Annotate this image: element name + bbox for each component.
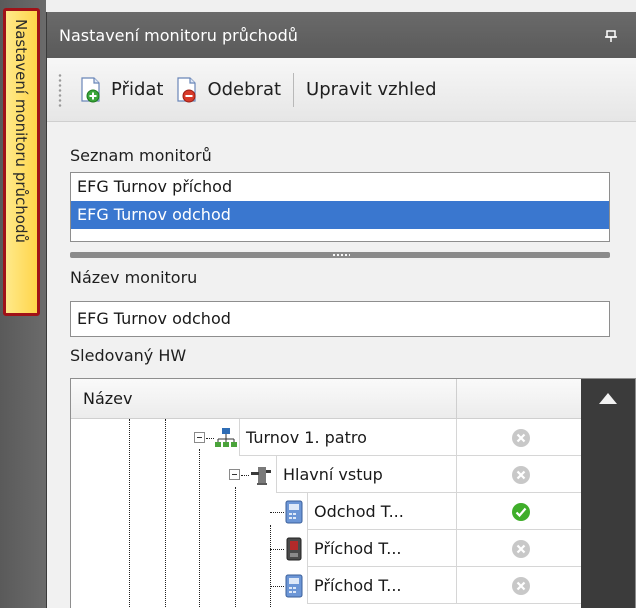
- reader-icon: [285, 574, 303, 598]
- splitter-grip: [332, 253, 350, 257]
- remove-button-label: Odebrat: [207, 79, 282, 100]
- tree-connector: [270, 549, 284, 550]
- monitor-name-label: Název monitoru: [70, 268, 198, 287]
- edit-look-button[interactable]: Upravit vzhled: [300, 70, 442, 110]
- inactive-status-icon[interactable]: [511, 576, 531, 596]
- monitor-list[interactable]: EFG Turnov příchod EFG Turnov odchod: [70, 172, 610, 242]
- tree-row[interactable]: Příchod T...: [71, 567, 581, 604]
- scroll-up-arrow-icon[interactable]: [599, 393, 617, 404]
- list-splitter[interactable]: [70, 252, 610, 258]
- collapse-toggle[interactable]: [229, 469, 240, 480]
- pin-icon[interactable]: [602, 26, 620, 44]
- toolbar-grip[interactable]: [57, 72, 63, 107]
- list-item-selected[interactable]: EFG Turnov odchod: [71, 201, 609, 229]
- tree-node-name: Turnov 1. patro: [239, 419, 456, 456]
- toolbar: Přidat Odebrat Upravit vzhled: [47, 58, 636, 122]
- list-item[interactable]: EFG Turnov příchod: [71, 173, 609, 201]
- tree-node-name: Hlavní vstup: [276, 456, 456, 493]
- tree-node-label: Odchod T...: [314, 501, 404, 521]
- tree-header: Název: [71, 379, 581, 419]
- panel-title-bar: Nastavení monitoru průchodů: [47, 12, 636, 58]
- tree-connector: [270, 586, 284, 587]
- reader-icon: [285, 500, 303, 524]
- tree-row[interactable]: Turnov 1. patro: [71, 419, 581, 456]
- side-tab-label: Nastavení monitoru průchodů: [12, 19, 30, 243]
- collapsed-side-tab[interactable]: Nastavení monitoru průchodů: [3, 8, 40, 316]
- column-header-name[interactable]: Název: [83, 389, 132, 408]
- add-button[interactable]: Přidat: [73, 70, 169, 110]
- monitor-name-field[interactable]: EFG Turnov odchod: [70, 301, 610, 337]
- status-cell: [456, 456, 581, 493]
- column-header-separator[interactable]: [456, 379, 457, 419]
- tree-node-name: Odchod T...: [307, 493, 456, 530]
- monitor-settings-panel: Nastavení monitoru průchodů Přidat Odebr…: [46, 12, 636, 608]
- status-cell: [456, 567, 581, 604]
- inactive-status-icon[interactable]: [511, 428, 531, 448]
- tree-connector: [206, 438, 214, 439]
- turnstile-icon: [251, 467, 271, 485]
- status-cell: [456, 530, 581, 567]
- network-icon: [215, 428, 237, 447]
- collapse-toggle[interactable]: [194, 432, 205, 443]
- terminal-icon: [286, 537, 302, 561]
- monitor-list-label: Seznam monitorů: [70, 146, 212, 165]
- status-cell: [456, 493, 581, 530]
- tree-node-label: Hlavní vstup: [283, 464, 383, 484]
- tree-row[interactable]: Příchod T...: [71, 530, 581, 567]
- tree-node-label: Turnov 1. patro: [246, 427, 367, 447]
- toolbar-separator: [293, 72, 295, 107]
- add-document-icon: [81, 76, 100, 102]
- tree-node-label: Příchod T...: [314, 538, 402, 558]
- remove-document-icon: [177, 76, 197, 102]
- panel-title: Nastavení monitoru průchodů: [59, 25, 298, 45]
- active-status-icon[interactable]: [511, 502, 531, 522]
- inactive-status-icon[interactable]: [511, 465, 531, 485]
- add-button-label: Přidat: [111, 79, 164, 100]
- inactive-status-icon[interactable]: [511, 539, 531, 559]
- tree-connector: [270, 512, 284, 513]
- tracked-hw-label: Sledovaný HW: [70, 346, 187, 365]
- hw-tree[interactable]: Název Turnov 1. patro Hlavní vstup Odcho…: [70, 378, 636, 608]
- tree-node-name: Příchod T...: [307, 567, 456, 604]
- status-cell: [456, 419, 581, 456]
- remove-button[interactable]: Odebrat: [169, 70, 287, 110]
- tree-node-label: Příchod T...: [314, 575, 402, 595]
- tree-row[interactable]: Hlavní vstup: [71, 456, 581, 493]
- tree-vertical-scrollbar[interactable]: [581, 379, 635, 608]
- tree-connector: [241, 475, 249, 476]
- edit-look-button-label: Upravit vzhled: [306, 79, 437, 100]
- tree-row[interactable]: Odchod T...: [71, 493, 581, 530]
- tree-node-name: Příchod T...: [307, 530, 456, 567]
